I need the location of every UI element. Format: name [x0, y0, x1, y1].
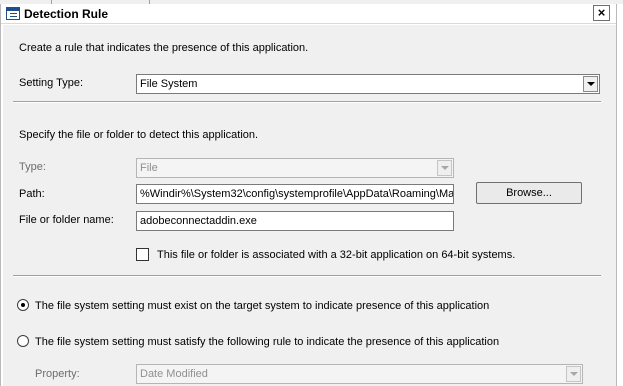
- 32bit-association-label: This file or folder is associated with a…: [157, 249, 516, 261]
- path-input[interactable]: %Windir%\System32\config\systemprofile\A…: [136, 184, 454, 204]
- exist-option-radio[interactable]: [17, 299, 29, 311]
- title-bar[interactable]: Detection Rule ×: [1, 4, 616, 24]
- dropdown-arrow-icon[interactable]: [583, 76, 598, 92]
- radio-selected-dot: [21, 303, 25, 307]
- file-name-label: File or folder name:: [19, 214, 114, 226]
- dialog-title: Detection Rule: [24, 7, 109, 21]
- path-value: %Windir%\System32\config\systemprofile\A…: [140, 188, 454, 200]
- section-divider: [13, 101, 601, 103]
- exist-option-label: The file system setting must exist on th…: [35, 300, 490, 312]
- 32bit-association-checkbox[interactable]: [136, 248, 149, 261]
- section-divider: [13, 275, 601, 277]
- setting-type-label: Setting Type:: [19, 77, 84, 89]
- file-name-input[interactable]: adobeconnectaddin.exe: [136, 211, 454, 231]
- property-label: Property:: [35, 368, 80, 380]
- detection-rule-dialog: Detection Rule × Create a rule that indi…: [0, 4, 617, 386]
- setting-type-select[interactable]: File System: [136, 74, 600, 94]
- setting-type-value: File System: [140, 78, 198, 90]
- satisfy-option-label: The file system setting must satisfy the…: [35, 336, 500, 348]
- dropdown-arrow-icon[interactable]: [566, 366, 581, 382]
- intro-text: Create a rule that indicates the presenc…: [19, 42, 309, 54]
- property-value: Date Modified: [140, 368, 208, 380]
- property-select[interactable]: Date Modified: [136, 364, 583, 384]
- dialog-body: Create a rule that indicates the presenc…: [3, 25, 616, 386]
- close-button[interactable]: ×: [593, 5, 610, 21]
- type-value: File: [140, 162, 158, 174]
- type-select[interactable]: File: [136, 158, 454, 178]
- path-label: Path:: [19, 188, 45, 200]
- dropdown-arrow-icon[interactable]: [437, 160, 452, 176]
- dialog-window-icon: [6, 7, 20, 20]
- type-label: Type:: [19, 161, 46, 173]
- file-section-instruction: Specify the file or folder to detect thi…: [19, 129, 259, 141]
- browse-button[interactable]: Browse...: [476, 182, 582, 204]
- close-icon: ×: [597, 5, 606, 20]
- file-name-value: adobeconnectaddin.exe: [140, 215, 257, 227]
- satisfy-option-radio[interactable]: [17, 335, 29, 347]
